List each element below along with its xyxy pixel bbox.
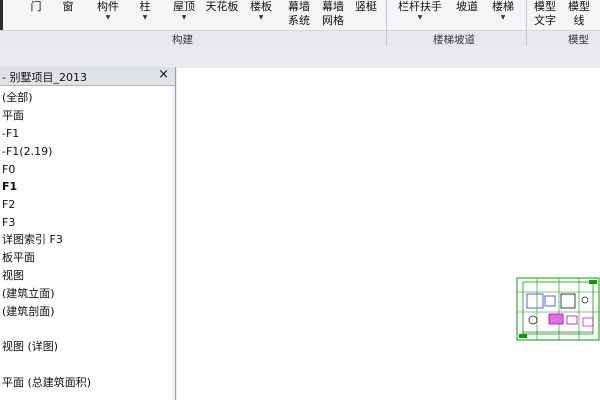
group-label-model: 模型	[568, 34, 589, 46]
project-tree: (全部) 平面 -F1 -F1(2.19) F0 F1 F2 F3 详图索引 F…	[0, 86, 172, 400]
tree-item[interactable]: (建筑剖面)	[2, 303, 55, 320]
component-button[interactable]: 构件 ▼	[94, 0, 122, 30]
ribbon-group-row: 构建 楼梯坡道 模型	[0, 30, 600, 47]
toolbar-strip	[0, 47, 600, 67]
ramp-label: 坡道	[456, 0, 478, 13]
project-browser-title: - 别墅项目_2013	[2, 71, 87, 84]
railing-button[interactable]: 栏杆扶手 ▼	[396, 0, 444, 30]
floor-label: 楼板	[250, 0, 272, 13]
tree-item[interactable]: 视图 (详图)	[2, 338, 58, 355]
group-label-stairs: 楼梯坡道	[433, 34, 475, 46]
tree-item[interactable]: 平面	[2, 107, 24, 124]
door-label: 门	[30, 0, 42, 13]
column-button[interactable]: 柱 ▼	[137, 0, 153, 30]
window-label: 窗	[62, 0, 74, 13]
chevron-down-icon: ▼	[500, 14, 506, 21]
column-label: 柱	[139, 0, 151, 13]
model-text-label-1: 模型	[534, 0, 556, 13]
component-label: 构件	[97, 0, 119, 13]
curtain-system-button[interactable]: 幕墙 系统	[286, 0, 312, 30]
railing-label: 栏杆扶手	[398, 0, 442, 13]
stair-label: 楼梯	[492, 0, 514, 13]
roof-button[interactable]: 屋顶 ▼	[170, 0, 198, 30]
chevron-down-icon: ▼	[181, 14, 187, 21]
tree-item-active[interactable]: F1	[2, 178, 17, 195]
chevron-down-icon: ▼	[417, 14, 423, 21]
browser-scrollbar[interactable]	[172, 86, 175, 400]
group-divider	[386, 0, 387, 46]
tree-item[interactable]: (全部)	[2, 89, 33, 106]
ceiling-label: 天花板	[205, 0, 239, 13]
chevron-down-icon: ▼	[142, 14, 148, 21]
curtain-grid-label-2: 网格	[322, 14, 344, 27]
model-text-label-2: 文字	[534, 14, 556, 27]
wall-button[interactable]: 墙	[2, 0, 18, 30]
model-text-button[interactable]: 模型 文字	[532, 0, 558, 30]
window-button[interactable]: 窗	[60, 0, 76, 30]
group-divider	[526, 0, 527, 46]
tree-item[interactable]: 详图索引 F3	[2, 231, 63, 248]
model-line-label-1: 模型	[568, 0, 590, 13]
chevron-down-icon: ▼	[105, 14, 111, 21]
stair-button[interactable]: 楼梯 ▼	[490, 0, 516, 30]
tree-item[interactable]: F2	[2, 196, 15, 213]
close-icon[interactable]: ×	[158, 68, 169, 82]
mullion-label: 竖梃	[355, 0, 377, 13]
tree-item[interactable]: F0	[2, 161, 15, 178]
floor-button[interactable]: 楼板 ▼	[248, 0, 274, 30]
curtain-grid-button[interactable]: 幕墙 网格	[320, 0, 346, 30]
roof-label: 屋顶	[173, 0, 195, 13]
curtain-system-label-1: 幕墙	[288, 0, 310, 13]
project-browser: - 别墅项目_2013 × (全部) 平面 -F1 -F1(2.19) F0 F…	[0, 67, 176, 400]
tree-item[interactable]: -F1	[2, 125, 19, 142]
tree-item[interactable]: 板平面	[2, 249, 35, 266]
tree-item[interactable]: 平面 (总建筑面积)	[2, 374, 91, 391]
chevron-down-icon: ▼	[258, 14, 264, 21]
ribbon: 墙 门 窗 构件 ▼ 柱 ▼ 屋顶 ▼ 天花板 楼板 ▼ 幕墙 系统 幕墙 网格…	[0, 0, 600, 47]
group-label-build: 构建	[172, 34, 193, 46]
curtain-grid-label-1: 幕墙	[322, 0, 344, 13]
model-line-label-2: 线	[573, 14, 585, 27]
model-line-button[interactable]: 模型 线	[566, 0, 592, 30]
door-button[interactable]: 门	[28, 0, 44, 30]
ramp-button[interactable]: 坡道	[454, 0, 480, 30]
project-browser-header: - 别墅项目_2013 ×	[0, 67, 175, 86]
tree-item[interactable]: 视图	[2, 267, 24, 284]
drawing-canvas[interactable]	[177, 68, 600, 400]
tree-item[interactable]: (建筑立面)	[2, 285, 55, 302]
tree-item[interactable]: -F1(2.19)	[2, 143, 52, 160]
floor-plan-thumbnail[interactable]	[515, 272, 600, 344]
mullion-button[interactable]: 竖梃	[353, 0, 379, 30]
ceiling-button[interactable]: 天花板	[204, 0, 240, 30]
tree-item[interactable]: F3	[2, 214, 15, 231]
curtain-system-label-2: 系统	[288, 14, 310, 27]
